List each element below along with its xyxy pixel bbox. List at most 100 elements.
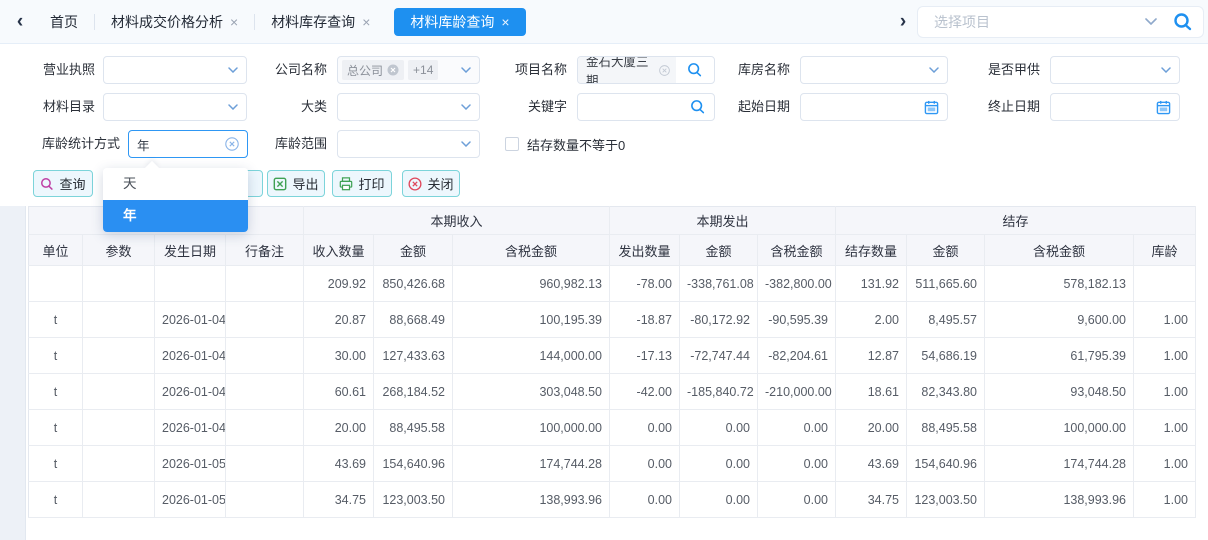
dropdown-option-year[interactable]: 年 <box>103 200 248 232</box>
cell <box>83 446 155 482</box>
tab-price-analysis[interactable]: 材料成交价格分析 × <box>95 8 254 36</box>
keyword-label: 关键字 <box>450 93 567 121</box>
cell: 578,182.13 <box>985 266 1134 302</box>
close-tab-icon[interactable]: × <box>230 15 238 29</box>
cell: -338,761.08 <box>680 266 758 302</box>
chevron-down-icon <box>1145 18 1157 25</box>
clear-icon[interactable] <box>659 65 670 76</box>
query-button[interactable]: 查询 <box>33 170 93 197</box>
cell: 0.00 <box>758 410 836 446</box>
table-row[interactable]: t2026-01-0460.61268,184.52303,048.50-42.… <box>29 374 1196 410</box>
column-header[interactable]: 收入数量 <box>304 235 374 266</box>
cell: -80,172.92 <box>680 302 758 338</box>
cell: 2026-01-04 <box>155 302 226 338</box>
table-row[interactable]: t2026-01-0543.69154,640.96174,744.280.00… <box>29 446 1196 482</box>
cell: 2026-01-05 <box>155 482 226 518</box>
cell: 8,495.57 <box>907 302 985 338</box>
nonzero-balance-checkbox[interactable] <box>505 137 519 151</box>
table-row[interactable]: 209.92850,426.68960,982.13-78.00-338,761… <box>29 266 1196 302</box>
table-row[interactable]: t2026-01-0420.0088,495.58100,000.000.000… <box>29 410 1196 446</box>
filter-panel: 营业执照 公司名称 总公司 +14 项目名称 金石大厦三期 库房名称 <box>0 44 1208 170</box>
search-icon[interactable] <box>1173 12 1193 32</box>
column-header[interactable]: 发生日期 <box>155 235 226 266</box>
cell: 2026-01-05 <box>155 446 226 482</box>
column-header[interactable]: 金额 <box>374 235 453 266</box>
column-header[interactable]: 参数 <box>83 235 155 266</box>
column-header-row: 单位参数发生日期行备注收入数量金额含税金额发出数量金额含税金额结存数量金额含税金… <box>29 235 1196 266</box>
cell: 9,600.00 <box>985 302 1134 338</box>
cell: 268,184.52 <box>374 374 453 410</box>
cell: -18.87 <box>610 302 680 338</box>
tabs-scroll-right-icon[interactable]: › <box>889 11 917 33</box>
cell: 2026-01-04 <box>155 338 226 374</box>
close-tab-icon[interactable]: × <box>501 15 509 29</box>
cell: 1.00 <box>1134 338 1196 374</box>
column-header[interactable]: 金额 <box>680 235 758 266</box>
table-row[interactable]: t2026-01-0430.00127,433.63144,000.00-17.… <box>29 338 1196 374</box>
cell: 88,495.58 <box>907 410 985 446</box>
chevron-down-icon <box>1161 67 1171 73</box>
cell: 54,686.19 <box>907 338 985 374</box>
remove-tag-icon[interactable] <box>387 64 399 76</box>
cell: 174,744.28 <box>985 446 1134 482</box>
cell: 34.75 <box>304 482 374 518</box>
cell: 43.69 <box>304 446 374 482</box>
column-header[interactable]: 结存数量 <box>836 235 907 266</box>
cell: 1.00 <box>1134 482 1196 518</box>
cell: 174,744.28 <box>453 446 610 482</box>
group-header: 结存 <box>836 207 1196 235</box>
export-button[interactable]: 导出 <box>267 170 325 197</box>
close-button[interactable]: 关闭 <box>402 170 460 197</box>
column-header[interactable]: 含税金额 <box>453 235 610 266</box>
cell: -185,840.72 <box>680 374 758 410</box>
cell: 1.00 <box>1134 446 1196 482</box>
cell <box>226 446 304 482</box>
cell: 303,048.50 <box>453 374 610 410</box>
print-button[interactable]: 打印 <box>332 170 392 197</box>
table-row[interactable]: t2026-01-0420.8788,668.49100,195.39-18.8… <box>29 302 1196 338</box>
chevron-down-icon <box>461 141 471 147</box>
app-screen: ‹ 首页 材料成交价格分析 × 材料库存查询 × 材料库龄查询 × › 选择项目… <box>0 0 1208 540</box>
calendar-icon[interactable] <box>1156 100 1171 115</box>
cell <box>155 266 226 302</box>
cell: 43.69 <box>836 446 907 482</box>
cell: 511,665.60 <box>907 266 985 302</box>
cell: 100,000.00 <box>453 410 610 446</box>
tab-home[interactable]: 首页 <box>34 8 94 36</box>
project-select-placeholder: 选择项目 <box>934 12 1145 32</box>
column-header[interactable]: 金额 <box>907 235 985 266</box>
cell: 82,343.80 <box>907 374 985 410</box>
column-header[interactable]: 发出数量 <box>610 235 680 266</box>
column-header[interactable]: 单位 <box>29 235 83 266</box>
cell: t <box>29 302 83 338</box>
cell: 30.00 <box>304 338 374 374</box>
group-header: 本期发出 <box>610 207 836 235</box>
cell: 127,433.63 <box>374 338 453 374</box>
cell: -382,800.00 <box>758 266 836 302</box>
cell: 60.61 <box>304 374 374 410</box>
cell <box>226 302 304 338</box>
start-date-label: 起始日期 <box>670 93 790 121</box>
company-tag: 总公司 <box>342 60 404 80</box>
tab-material-age-query[interactable]: 材料库龄查询 × <box>394 8 525 36</box>
column-header[interactable]: 库龄 <box>1134 235 1196 266</box>
cell: 0.00 <box>610 446 680 482</box>
company-more-tag: +14 <box>408 60 438 80</box>
cell: 154,640.96 <box>374 446 453 482</box>
column-header[interactable]: 含税金额 <box>758 235 836 266</box>
project-name-label: 项目名称 <box>450 56 567 84</box>
table-row[interactable]: t2026-01-0534.75123,003.50138,993.960.00… <box>29 482 1196 518</box>
project-name-value: 金石大厦三期 <box>586 56 653 84</box>
dropdown-option-day[interactable]: 天 <box>103 168 248 200</box>
end-date-input[interactable] <box>1050 93 1180 121</box>
column-header[interactable]: 含税金额 <box>985 235 1134 266</box>
tabs-scroll-left-icon[interactable]: ‹ <box>6 11 34 33</box>
close-tab-icon[interactable]: × <box>362 15 370 29</box>
tab-inventory-query[interactable]: 材料库存查询 × <box>255 8 386 36</box>
owner-supplied-select[interactable] <box>1050 56 1180 84</box>
age-range-select[interactable] <box>337 130 480 158</box>
nonzero-balance-checkbox-wrap: 结存数量不等于0 <box>505 130 625 158</box>
column-header[interactable]: 行备注 <box>226 235 304 266</box>
project-select[interactable]: 选择项目 <box>917 6 1204 38</box>
cell: 0.00 <box>610 482 680 518</box>
